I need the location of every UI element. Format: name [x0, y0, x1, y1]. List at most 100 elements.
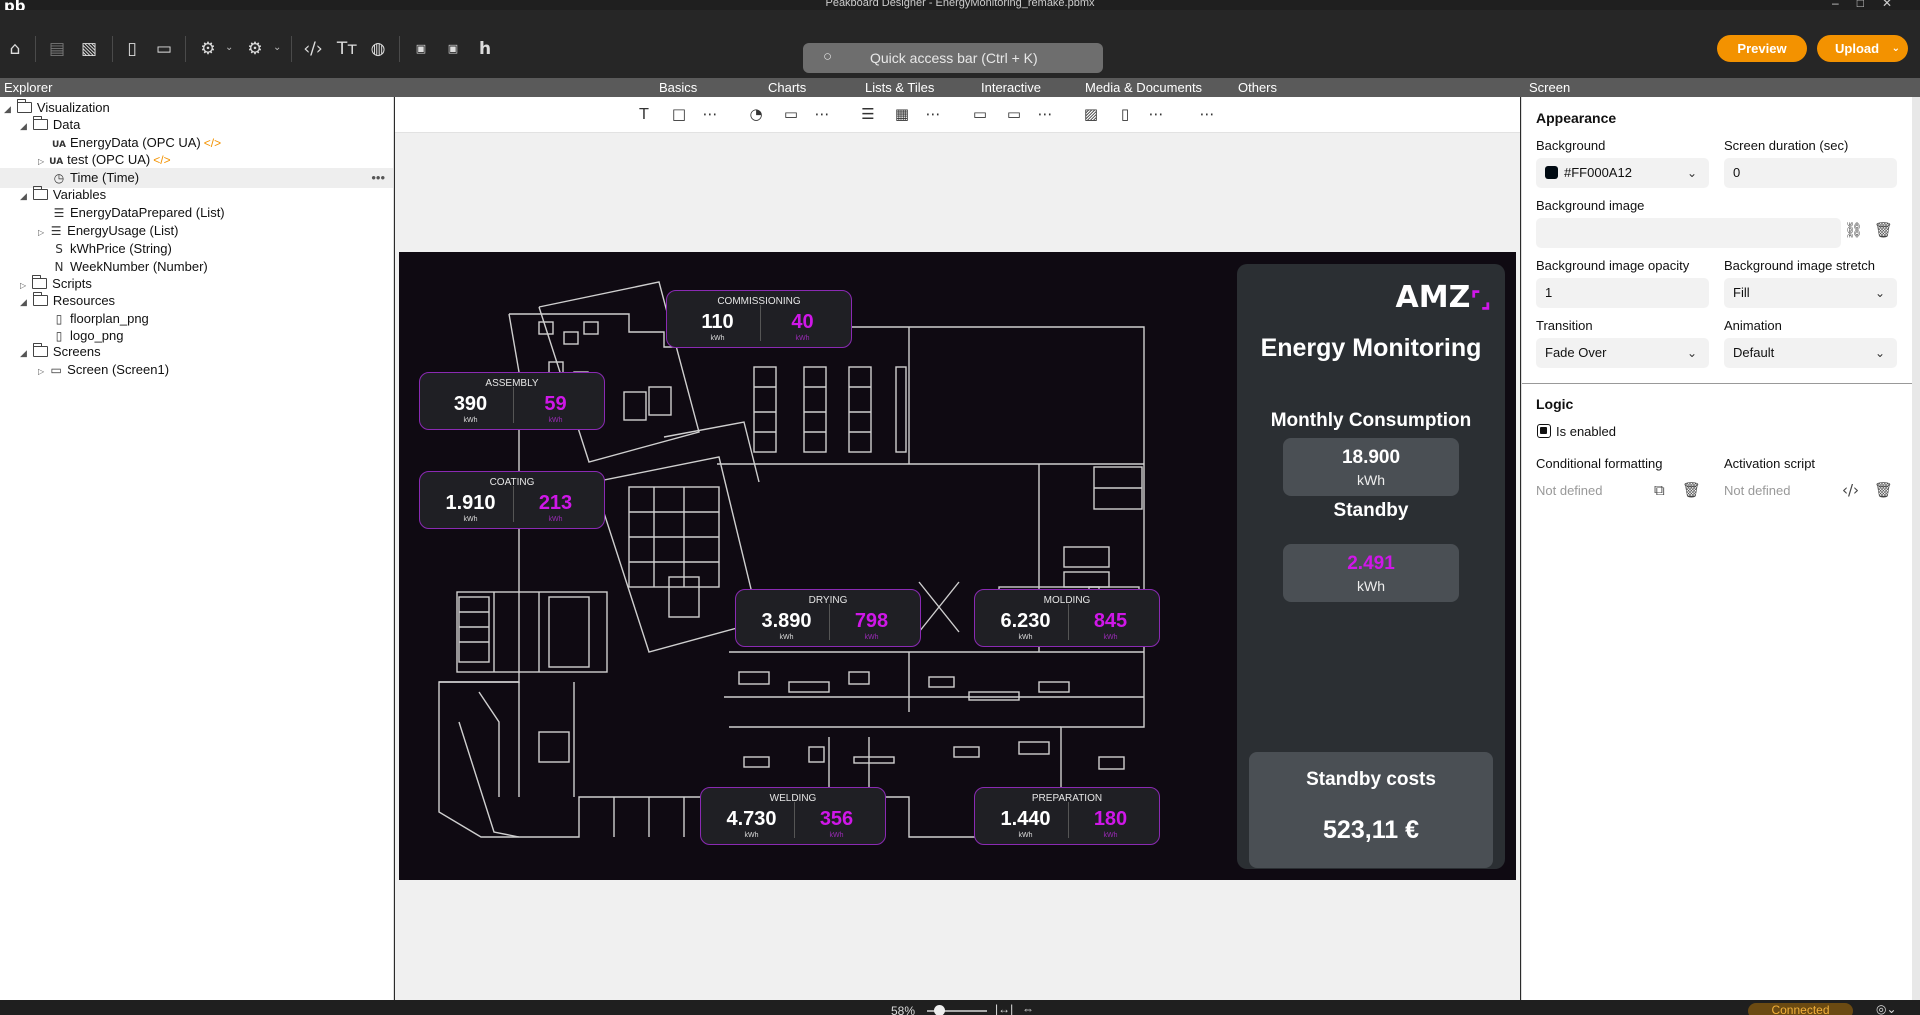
- zone-tile-commissioning[interactable]: COMMISSIONING 110 40 kWh kWh: [666, 290, 852, 348]
- logic-heading: Logic: [1536, 396, 1574, 412]
- text-resources-icon[interactable]: Tт: [336, 38, 358, 60]
- fit-screen-icon[interactable]: ⇔: [1022, 1002, 1034, 1015]
- preview-button[interactable]: Preview: [1717, 35, 1807, 62]
- screen-duration-input[interactable]: 0: [1724, 158, 1897, 188]
- expand-icon[interactable]: ◢: [20, 191, 27, 201]
- expand-icon[interactable]: ◢: [20, 121, 27, 131]
- save-icon[interactable]: ▤: [46, 38, 68, 60]
- expand-icon[interactable]: ◢: [20, 348, 27, 358]
- code-icon[interactable]: </>: [204, 136, 221, 150]
- more-charts-icon[interactable]: ⋯: [811, 103, 833, 125]
- textbox-element-icon[interactable]: ▭: [1003, 103, 1025, 125]
- code-icon[interactable]: </>: [153, 153, 170, 167]
- properties-scrollbar[interactable]: [1912, 97, 1920, 1000]
- dashboard-title: Energy Monitoring: [1260, 334, 1482, 362]
- tab-lists-tiles[interactable]: Lists & Tiles: [865, 80, 934, 95]
- quick-access-bar[interactable]: ○ Quick access bar (Ctrl + K): [803, 43, 1103, 73]
- connection-status[interactable]: Connected: [1748, 1003, 1853, 1015]
- link-icon[interactable]: ⛓: [1844, 221, 1863, 239]
- more-lists-icon[interactable]: ⋯: [922, 103, 944, 125]
- zoom-slider[interactable]: [927, 1005, 987, 1015]
- more-basics-icon[interactable]: ⋯: [699, 103, 721, 125]
- expand-icon[interactable]: ◢: [20, 297, 27, 307]
- button-element-icon[interactable]: ▭: [969, 103, 991, 125]
- tree-energyusage[interactable]: ▷ ☰ EnergyUsage (List): [38, 221, 178, 241]
- tree-kwhprice[interactable]: SkWhPrice (String): [51, 239, 172, 259]
- trash-icon[interactable]: 🗑︎: [1874, 221, 1893, 239]
- new-file-icon[interactable]: ▯: [121, 38, 143, 60]
- table-icon[interactable]: ▦: [891, 103, 913, 125]
- bg-stretch-select[interactable]: Fill ⌄: [1724, 278, 1897, 308]
- tab-media-documents[interactable]: Media & Documents: [1085, 80, 1202, 95]
- text-element-icon[interactable]: T: [633, 103, 655, 125]
- zoom-slider-thumb[interactable]: [934, 1005, 945, 1015]
- animation-select[interactable]: Default ⌄: [1724, 338, 1897, 368]
- tab-others[interactable]: Others: [1238, 80, 1277, 95]
- chevron-down-icon[interactable]: ⌄: [273, 42, 281, 53]
- screen-preview[interactable]: COMMISSIONING 110 40 kWh kWh ASSEMBLY 39…: [399, 252, 1516, 880]
- expand-icon[interactable]: ▷: [20, 281, 26, 290]
- checkbox-fill: [1540, 427, 1547, 434]
- tree-variables[interactable]: ◢ Variables: [20, 185, 106, 205]
- home-icon[interactable]: ⌂: [4, 38, 26, 60]
- deploy-settings-icon[interactable]: ⚙: [244, 38, 266, 60]
- fit-width-icon[interactable]: |↔|: [995, 1002, 1013, 1015]
- kpi-panel[interactable]: AMZ⌜⌟ Energy Monitoring Monthly Consumpt…: [1237, 264, 1505, 869]
- tree-resources[interactable]: ◢ Resources: [20, 291, 115, 311]
- bg-opacity-input[interactable]: 1: [1536, 278, 1709, 308]
- tab-charts[interactable]: Charts: [768, 80, 806, 95]
- background-color-select[interactable]: #FF000A12 ⌄: [1536, 158, 1709, 188]
- peakboard-box-icon[interactable]: ▣: [410, 38, 432, 60]
- expand-icon[interactable]: ▷: [38, 367, 44, 376]
- image-element-icon[interactable]: ▨: [1080, 103, 1102, 125]
- more-media-icon[interactable]: ⋯: [1145, 103, 1167, 125]
- zone-tile-coating[interactable]: COATING 1.910 213 kWh kWh: [419, 471, 605, 529]
- language-globe-icon[interactable]: ◎⌄: [1876, 1002, 1897, 1015]
- styled-list-icon[interactable]: ☰: [857, 103, 879, 125]
- more-interactive-icon[interactable]: ⋯: [1034, 103, 1056, 125]
- upload-button[interactable]: Upload ⌄: [1817, 35, 1908, 62]
- zone-standby-value: 798: [854, 610, 889, 632]
- rectangle-element-icon[interactable]: □: [668, 103, 690, 125]
- zone-tile-preparation[interactable]: PREPARATION 1.440 180 kWh kWh: [974, 787, 1160, 845]
- pie-chart-icon[interactable]: ◔: [745, 103, 767, 125]
- palette-icon[interactable]: ◍: [367, 38, 389, 60]
- bar-gauge-icon[interactable]: ▭: [780, 103, 802, 125]
- tab-interactive[interactable]: Interactive: [981, 80, 1041, 95]
- expand-icon[interactable]: ▷: [38, 228, 44, 237]
- hub-icon[interactable]: h: [474, 38, 496, 60]
- trash-icon[interactable]: 🗑︎: [1682, 481, 1701, 499]
- pdf-element-icon[interactable]: ▯: [1114, 103, 1136, 125]
- trash-icon[interactable]: 🗑︎: [1874, 481, 1893, 499]
- code-icon[interactable]: ‹/›: [1842, 481, 1859, 499]
- tree-data[interactable]: ◢ Data: [20, 115, 80, 135]
- tree-label: floorplan_png: [70, 311, 149, 326]
- background-image-input[interactable]: [1536, 218, 1841, 248]
- more-others-icon[interactable]: ⋯: [1196, 103, 1218, 125]
- save-as-icon[interactable]: ▧: [78, 38, 100, 60]
- expand-icon[interactable]: ▷: [38, 157, 44, 166]
- zone-tile-drying[interactable]: DRYING 3.890 798 kWh kWh: [735, 589, 921, 647]
- tree-test[interactable]: ▷ UA test (OPC UA) </>: [38, 150, 171, 170]
- is-enabled-checkbox[interactable]: [1537, 424, 1551, 438]
- open-folder-icon[interactable]: ▭: [153, 38, 175, 60]
- zone-total-value: 6.230: [1000, 610, 1051, 632]
- edge-icon[interactable]: ▣: [442, 38, 464, 60]
- zone-tile-welding[interactable]: WELDING 4.730 356 kWh kWh: [700, 787, 886, 845]
- tree-screen1[interactable]: ▷ ▭ Screen (Screen1): [38, 360, 169, 380]
- tree-label: kWhPrice (String): [70, 241, 172, 256]
- tree-energydataprepared[interactable]: ☰ EnergyDataPrepared (List): [51, 203, 225, 223]
- tab-basics[interactable]: Basics: [659, 80, 697, 95]
- more-options-icon[interactable]: •••: [371, 168, 385, 188]
- zone-tile-molding[interactable]: MOLDING 6.230 845 kWh kWh: [974, 589, 1160, 647]
- chevron-down-icon[interactable]: ⌄: [225, 42, 233, 53]
- folder-icon: [32, 116, 48, 130]
- settings-icon[interactable]: ⚙: [197, 38, 219, 60]
- tree-screens[interactable]: ◢ Screens: [20, 342, 101, 362]
- window-controls[interactable]: –□✕: [1832, 0, 1910, 10]
- edit-formatting-icon[interactable]: ⧉: [1654, 481, 1665, 499]
- expand-icon[interactable]: ◢: [4, 104, 11, 114]
- transition-select[interactable]: Fade Over ⌄: [1536, 338, 1709, 368]
- code-icon[interactable]: ‹/›: [302, 38, 324, 60]
- zone-tile-assembly[interactable]: ASSEMBLY 390 59 kWh kWh: [419, 372, 605, 430]
